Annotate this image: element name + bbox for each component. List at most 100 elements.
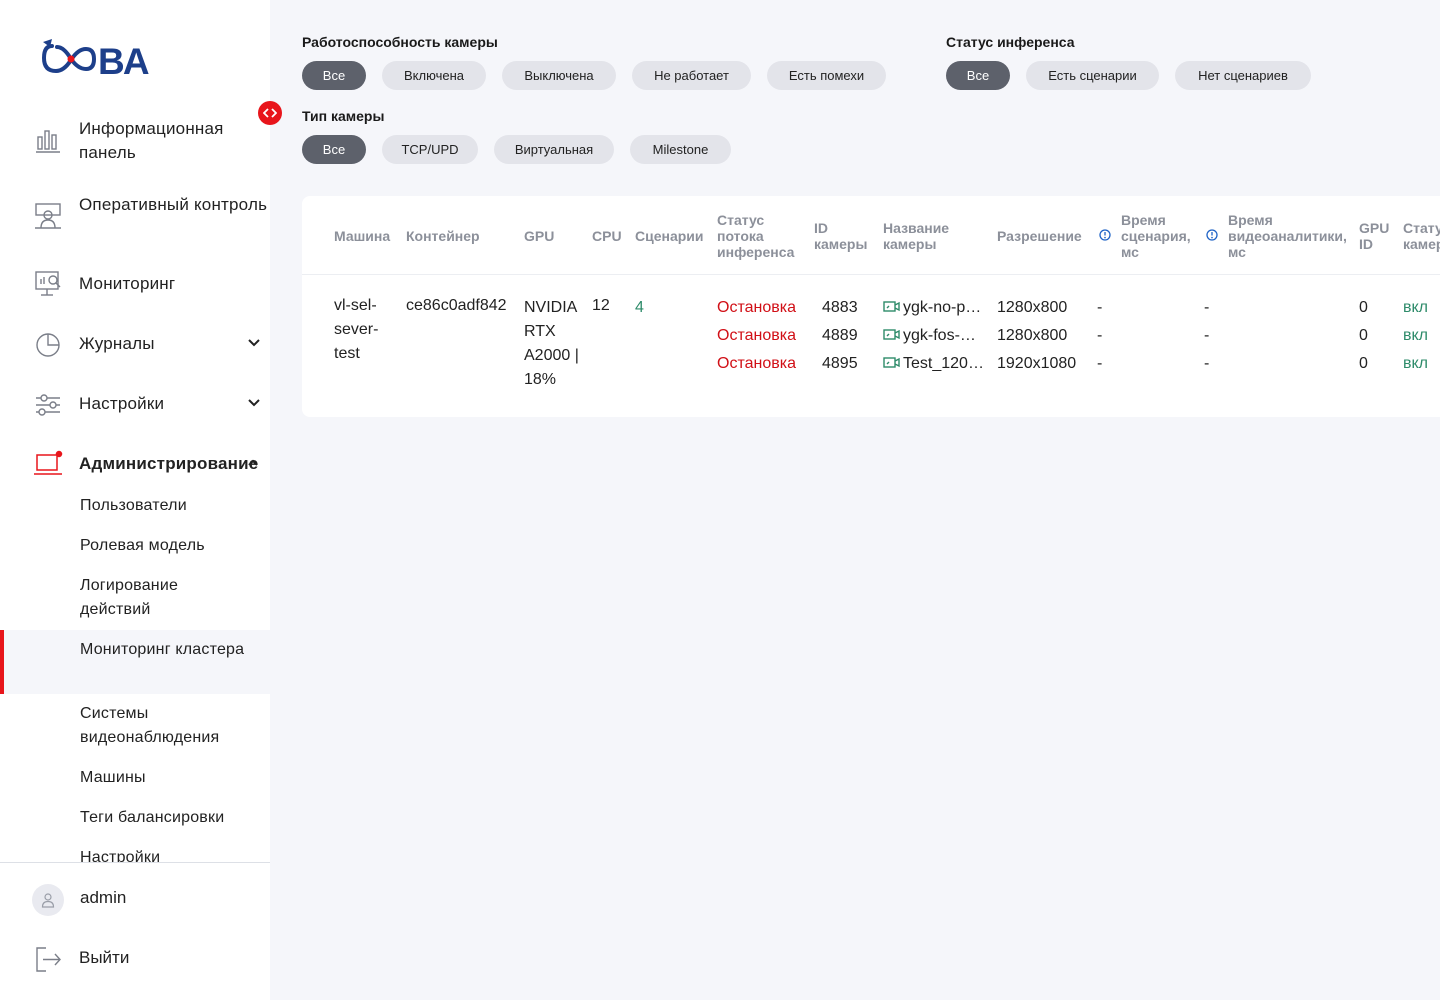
cell-container: ce86c0adf842 — [406, 297, 507, 314]
chip-type-tcp[interactable]: TCP/UPD — [382, 135, 478, 164]
subnav-role-model[interactable]: Ролевая модель — [0, 534, 270, 560]
col-header-analytics-time[interactable]: Время видеоаналитики, мс — [1228, 212, 1353, 260]
subnav-label: Пользователи — [80, 497, 187, 514]
code-brackets-icon — [263, 108, 277, 118]
chip-inference-all[interactable]: Все — [946, 61, 1010, 90]
camera-icon — [883, 329, 900, 340]
camera-icon — [883, 357, 900, 368]
cell-camera-name[interactable]: ygk-no-p… — [883, 296, 981, 320]
chip-type-milestone[interactable]: Milestone — [630, 135, 731, 164]
operator-desk-icon — [33, 201, 63, 231]
cell-gpu-id: 0 — [1359, 355, 1368, 372]
cell-camera-status: вкл — [1403, 299, 1429, 316]
sova-logo[interactable]: ВА — [40, 38, 180, 80]
subnav-label: Логирование действий — [80, 577, 179, 618]
subnav-label: Теги балансировки — [80, 809, 225, 826]
col-header-gpu[interactable]: GPU — [524, 228, 554, 244]
col-header-container[interactable]: Контейнер — [406, 228, 480, 244]
chip-type-virtual[interactable]: Виртуальная — [494, 135, 614, 164]
col-header-cpu[interactable]: CPU — [592, 228, 622, 244]
nav-journals[interactable]: Журналы — [0, 328, 270, 360]
admin-laptop-icon — [33, 449, 63, 479]
cell-stream-status: Остановка — [717, 355, 796, 372]
chip-inference-has-scenarios[interactable]: Есть сценарии — [1026, 61, 1159, 90]
cell-camera-name[interactable]: ygk-fos-… — [883, 324, 976, 348]
camera-name-text: ygk-fos-… — [903, 327, 976, 344]
subnav-cluster-monitoring[interactable]: Мониторинг кластера — [0, 630, 270, 694]
info-icon[interactable] — [1099, 229, 1111, 241]
nav-label: Мониторинг — [79, 274, 176, 293]
nav-settings[interactable]: Настройки — [0, 388, 270, 420]
chip-health-all[interactable]: Все — [302, 61, 366, 90]
cell-resolution: 1280x800 — [997, 299, 1068, 316]
col-header-camera-status[interactable]: Статус камеры — [1403, 220, 1440, 252]
nav-label: Настройки — [79, 394, 165, 413]
col-header-camera-id[interactable]: ID камеры — [814, 220, 869, 252]
chip-inference-no-scenarios[interactable]: Нет сценариев — [1175, 61, 1311, 90]
col-header-stream-status[interactable]: Статус потока инференса — [717, 212, 797, 260]
chip-health-not-working[interactable]: Не работает — [632, 61, 751, 90]
cell-resolution: 1920x1080 — [997, 355, 1077, 372]
subnav-users[interactable]: Пользователи — [0, 494, 270, 520]
subnav-label: Машины — [80, 769, 146, 786]
subnav-settings[interactable]: Настройки — [0, 846, 270, 862]
cell-stream-status: Остановка — [717, 299, 796, 316]
chip-health-interference[interactable]: Есть помехи — [767, 61, 886, 90]
logout-icon — [33, 944, 63, 974]
cell-gpu-id: 0 — [1359, 327, 1368, 344]
cell-camera-id: 4889 — [822, 327, 858, 344]
subnav-label: Ролевая модель — [80, 537, 205, 554]
col-header-camera-name[interactable]: Название камеры — [883, 220, 958, 252]
subnav-balancing-tags[interactable]: Теги балансировки — [0, 806, 270, 832]
subnav-label: Мониторинг кластера — [80, 641, 245, 658]
chip-health-off[interactable]: Выключена — [502, 61, 616, 90]
cell-scenarios-link[interactable]: 4 — [635, 296, 644, 320]
sliders-icon — [33, 389, 63, 419]
cell-camera-id: 4895 — [822, 355, 858, 372]
cell-analytics-time: - — [1204, 327, 1210, 344]
nav-label: Администрирование — [79, 454, 259, 473]
nav-label: Информационная панель — [79, 119, 224, 162]
subnav-video-systems[interactable]: Системы видеонаблюдения — [0, 702, 270, 752]
nav-dashboard[interactable]: Информационная панель — [0, 116, 270, 166]
cell-scenario-time: - — [1097, 327, 1103, 344]
cell-camera-id: 4883 — [822, 299, 858, 316]
nav-label: Оперативный контроль — [79, 195, 268, 214]
cell-camera-status: вкл — [1403, 327, 1429, 344]
cell-stream-status: Остановка — [717, 327, 796, 344]
cell-scenario-time: - — [1097, 355, 1103, 372]
header-divider — [302, 274, 1440, 275]
user-icon — [41, 893, 55, 908]
info-icon[interactable] — [1206, 229, 1218, 241]
filter-title-health: Работоспособность камеры — [302, 34, 498, 50]
chevron-down-icon — [248, 339, 260, 347]
nav-monitoring[interactable]: Мониторинг — [0, 268, 270, 300]
sidebar-collapse-button[interactable] — [258, 101, 282, 125]
cell-cpu: 12 — [592, 297, 610, 314]
cluster-table: Машина Контейнер GPU CPU Сценарии Статус… — [302, 196, 1440, 417]
nav-operational-control[interactable]: Оперативный контроль — [0, 192, 270, 242]
subnav-action-logging[interactable]: Логирование действий — [0, 574, 270, 624]
avatar — [32, 884, 64, 916]
logout-button[interactable]: Выйти — [0, 940, 270, 980]
col-header-gpu-id[interactable]: GPU ID — [1359, 220, 1393, 252]
filter-title-camera-type: Тип камеры — [302, 108, 385, 124]
camera-icon — [883, 301, 900, 312]
nav-label: Журналы — [79, 334, 155, 353]
col-header-machine[interactable]: Машина — [334, 228, 390, 244]
user-profile[interactable]: admin — [0, 880, 270, 920]
filter-title-inference: Статус инференса — [946, 34, 1075, 50]
chip-type-all[interactable]: Все — [302, 135, 366, 164]
logout-label: Выйти — [79, 948, 130, 967]
cell-analytics-time: - — [1204, 299, 1210, 316]
subnav-machines[interactable]: Машины — [0, 766, 270, 792]
camera-name-text: ygk-no-p… — [903, 299, 982, 316]
user-name: admin — [80, 888, 127, 907]
nav-administration[interactable]: Администрирование — [0, 448, 270, 480]
col-header-scenarios[interactable]: Сценарии — [635, 228, 704, 244]
col-header-resolution[interactable]: Разрешение — [997, 228, 1082, 244]
cell-camera-name[interactable]: Test_120… — [883, 352, 984, 376]
col-header-scenario-time[interactable]: Время сценария, мс — [1121, 212, 1196, 260]
chip-health-on[interactable]: Включена — [382, 61, 486, 90]
cell-camera-status: вкл — [1403, 355, 1429, 372]
